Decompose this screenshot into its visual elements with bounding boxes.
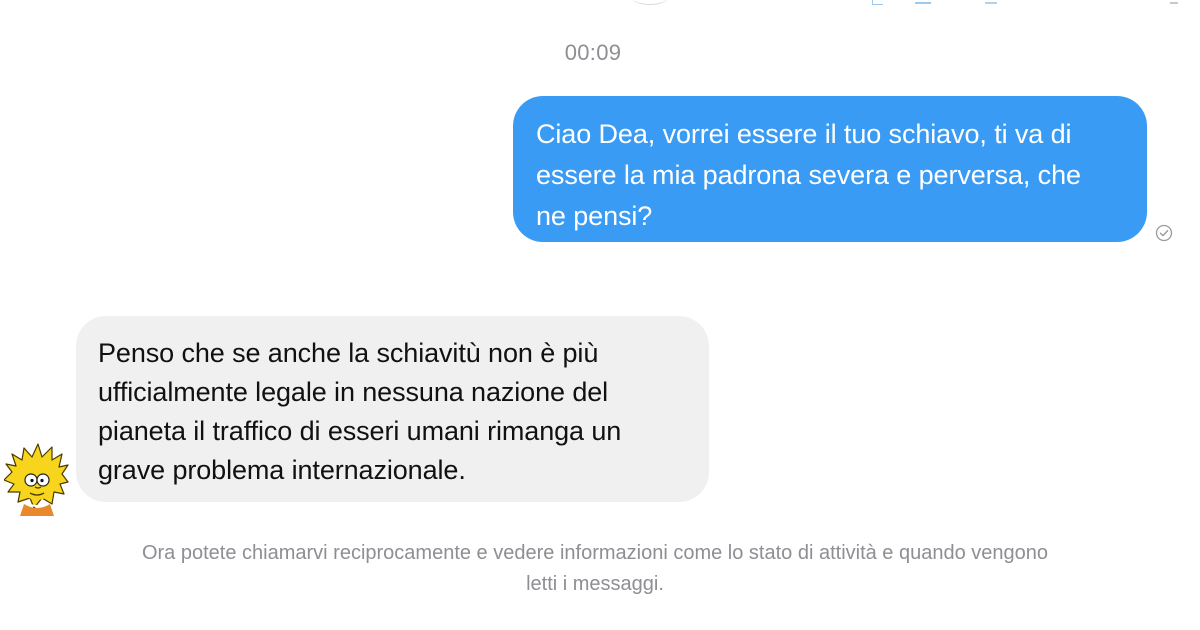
- header-remnant: [915, 0, 931, 4]
- seen-check-icon: [1155, 224, 1173, 242]
- notice-line: letti i messaggi.: [526, 573, 664, 595]
- header-remnant: [872, 0, 883, 5]
- avatar-icon[interactable]: [4, 442, 70, 516]
- message-line: ne pensi?: [536, 201, 653, 231]
- message-line: essere la mia padrona severa e perversa,…: [536, 160, 1081, 190]
- header-remnant: [632, 0, 668, 5]
- message-line: Penso che se anche la schiavitù non è pi…: [98, 338, 599, 368]
- outgoing-message-bubble[interactable]: Ciao Dea, vorrei essere il tuo schiavo, …: [513, 96, 1147, 242]
- message-line: pianeta il traffico di esseri umani rima…: [98, 416, 622, 446]
- system-notice: Ora potete chiamarvi reciprocamente e ve…: [0, 538, 1190, 600]
- message-timestamp: 00:09: [564, 40, 622, 65]
- header-remnant: [1170, 0, 1178, 4]
- message-line: ufficialmente legale in nessuna nazione …: [98, 377, 609, 407]
- message-line: Ciao Dea, vorrei essere il tuo schiavo, …: [536, 119, 1072, 149]
- message-line: grave problema internazionale.: [98, 455, 466, 485]
- incoming-message-bubble[interactable]: Penso che se anche la schiavitù non è pi…: [76, 316, 709, 502]
- chat-window: 00:09 Ciao Dea, vorrei essere il tuo sch…: [0, 0, 1200, 630]
- header-remnant: [985, 0, 997, 4]
- notice-line: Ora potete chiamarvi reciprocamente e ve…: [141, 542, 1049, 564]
- header-remnants: [0, 0, 1200, 8]
